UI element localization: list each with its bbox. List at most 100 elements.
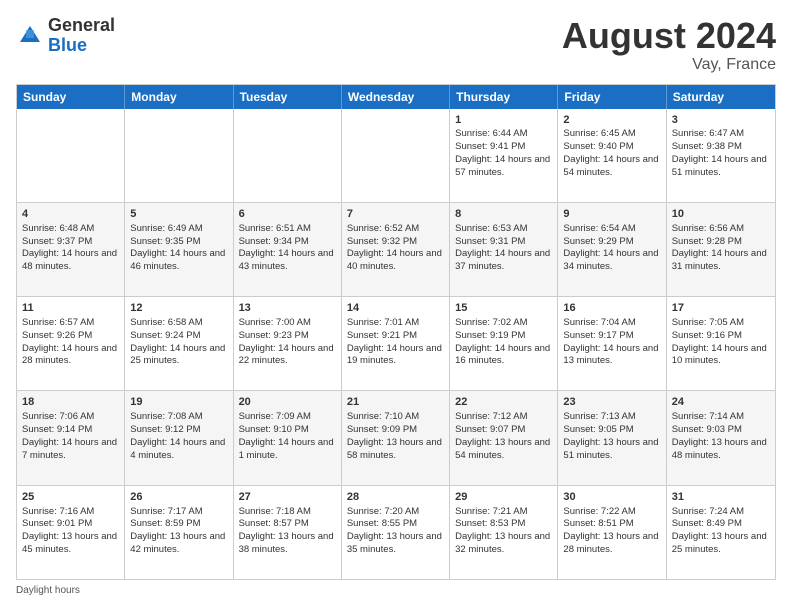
daylight-label: Daylight hours bbox=[16, 585, 80, 596]
day-info: Sunrise: 7:08 AM Sunset: 9:12 PM Dayligh… bbox=[130, 411, 225, 460]
day-number: 13 bbox=[239, 301, 336, 316]
calendar-row-4: 18Sunrise: 7:06 AM Sunset: 9:14 PM Dayli… bbox=[17, 391, 775, 485]
calendar-cell: 17Sunrise: 7:05 AM Sunset: 9:16 PM Dayli… bbox=[667, 297, 775, 390]
day-number: 22 bbox=[455, 395, 552, 410]
day-number: 5 bbox=[130, 207, 227, 222]
day-number: 8 bbox=[455, 207, 552, 222]
weekday-header-saturday: Saturday bbox=[667, 85, 775, 109]
day-info: Sunrise: 6:56 AM Sunset: 9:28 PM Dayligh… bbox=[672, 223, 767, 272]
day-info: Sunrise: 7:24 AM Sunset: 8:49 PM Dayligh… bbox=[672, 506, 767, 555]
calendar-row-2: 4Sunrise: 6:48 AM Sunset: 9:37 PM Daylig… bbox=[17, 203, 775, 297]
calendar-header: SundayMondayTuesdayWednesdayThursdayFrid… bbox=[17, 85, 775, 109]
calendar-cell bbox=[125, 109, 233, 202]
day-info: Sunrise: 6:48 AM Sunset: 9:37 PM Dayligh… bbox=[22, 223, 117, 272]
day-info: Sunrise: 6:54 AM Sunset: 9:29 PM Dayligh… bbox=[563, 223, 658, 272]
day-number: 16 bbox=[563, 301, 660, 316]
day-number: 12 bbox=[130, 301, 227, 316]
calendar-cell: 21Sunrise: 7:10 AM Sunset: 9:09 PM Dayli… bbox=[342, 391, 450, 484]
calendar-cell: 25Sunrise: 7:16 AM Sunset: 9:01 PM Dayli… bbox=[17, 486, 125, 579]
calendar-cell: 5Sunrise: 6:49 AM Sunset: 9:35 PM Daylig… bbox=[125, 203, 233, 296]
logo-general-text: General bbox=[48, 16, 115, 36]
location: Vay, France bbox=[562, 56, 776, 74]
day-info: Sunrise: 7:22 AM Sunset: 8:51 PM Dayligh… bbox=[563, 506, 658, 555]
calendar-cell: 20Sunrise: 7:09 AM Sunset: 9:10 PM Dayli… bbox=[234, 391, 342, 484]
calendar-row-3: 11Sunrise: 6:57 AM Sunset: 9:26 PM Dayli… bbox=[17, 297, 775, 391]
day-info: Sunrise: 6:49 AM Sunset: 9:35 PM Dayligh… bbox=[130, 223, 225, 272]
calendar-cell: 12Sunrise: 6:58 AM Sunset: 9:24 PM Dayli… bbox=[125, 297, 233, 390]
day-number: 9 bbox=[563, 207, 660, 222]
calendar-cell: 6Sunrise: 6:51 AM Sunset: 9:34 PM Daylig… bbox=[234, 203, 342, 296]
calendar-cell: 29Sunrise: 7:21 AM Sunset: 8:53 PM Dayli… bbox=[450, 486, 558, 579]
day-info: Sunrise: 7:09 AM Sunset: 9:10 PM Dayligh… bbox=[239, 411, 334, 460]
logo: General Blue bbox=[16, 16, 115, 56]
day-number: 31 bbox=[672, 490, 770, 505]
calendar-cell: 24Sunrise: 7:14 AM Sunset: 9:03 PM Dayli… bbox=[667, 391, 775, 484]
day-number: 4 bbox=[22, 207, 119, 222]
calendar-cell: 13Sunrise: 7:00 AM Sunset: 9:23 PM Dayli… bbox=[234, 297, 342, 390]
calendar-cell bbox=[234, 109, 342, 202]
day-number: 10 bbox=[672, 207, 770, 222]
day-info: Sunrise: 7:02 AM Sunset: 9:19 PM Dayligh… bbox=[455, 317, 550, 366]
calendar-cell: 10Sunrise: 6:56 AM Sunset: 9:28 PM Dayli… bbox=[667, 203, 775, 296]
weekday-header-friday: Friday bbox=[558, 85, 666, 109]
calendar: SundayMondayTuesdayWednesdayThursdayFrid… bbox=[16, 84, 776, 580]
calendar-cell: 7Sunrise: 6:52 AM Sunset: 9:32 PM Daylig… bbox=[342, 203, 450, 296]
calendar-cell: 1Sunrise: 6:44 AM Sunset: 9:41 PM Daylig… bbox=[450, 109, 558, 202]
day-info: Sunrise: 7:12 AM Sunset: 9:07 PM Dayligh… bbox=[455, 411, 550, 460]
day-info: Sunrise: 6:58 AM Sunset: 9:24 PM Dayligh… bbox=[130, 317, 225, 366]
weekday-header-tuesday: Tuesday bbox=[234, 85, 342, 109]
weekday-header-monday: Monday bbox=[125, 85, 233, 109]
page: General Blue August 2024 Vay, France Sun… bbox=[0, 0, 792, 612]
calendar-cell bbox=[342, 109, 450, 202]
day-info: Sunrise: 6:52 AM Sunset: 9:32 PM Dayligh… bbox=[347, 223, 442, 272]
day-info: Sunrise: 7:16 AM Sunset: 9:01 PM Dayligh… bbox=[22, 506, 117, 555]
calendar-cell: 28Sunrise: 7:20 AM Sunset: 8:55 PM Dayli… bbox=[342, 486, 450, 579]
day-number: 27 bbox=[239, 490, 336, 505]
calendar-cell: 30Sunrise: 7:22 AM Sunset: 8:51 PM Dayli… bbox=[558, 486, 666, 579]
weekday-header-sunday: Sunday bbox=[17, 85, 125, 109]
day-info: Sunrise: 7:18 AM Sunset: 8:57 PM Dayligh… bbox=[239, 506, 334, 555]
calendar-cell: 23Sunrise: 7:13 AM Sunset: 9:05 PM Dayli… bbox=[558, 391, 666, 484]
day-info: Sunrise: 6:51 AM Sunset: 9:34 PM Dayligh… bbox=[239, 223, 334, 272]
calendar-cell bbox=[17, 109, 125, 202]
day-info: Sunrise: 7:21 AM Sunset: 8:53 PM Dayligh… bbox=[455, 506, 550, 555]
day-number: 19 bbox=[130, 395, 227, 410]
weekday-header-thursday: Thursday bbox=[450, 85, 558, 109]
day-number: 11 bbox=[22, 301, 119, 316]
day-number: 2 bbox=[563, 113, 660, 128]
calendar-cell: 19Sunrise: 7:08 AM Sunset: 9:12 PM Dayli… bbox=[125, 391, 233, 484]
day-info: Sunrise: 7:04 AM Sunset: 9:17 PM Dayligh… bbox=[563, 317, 658, 366]
day-info: Sunrise: 6:44 AM Sunset: 9:41 PM Dayligh… bbox=[455, 128, 550, 177]
footer-note: Daylight hours bbox=[16, 585, 776, 596]
day-info: Sunrise: 7:05 AM Sunset: 9:16 PM Dayligh… bbox=[672, 317, 767, 366]
day-number: 30 bbox=[563, 490, 660, 505]
day-info: Sunrise: 7:17 AM Sunset: 8:59 PM Dayligh… bbox=[130, 506, 225, 555]
logo-text: General Blue bbox=[48, 16, 115, 56]
day-info: Sunrise: 7:14 AM Sunset: 9:03 PM Dayligh… bbox=[672, 411, 767, 460]
calendar-body: 1Sunrise: 6:44 AM Sunset: 9:41 PM Daylig… bbox=[17, 109, 775, 579]
calendar-cell: 11Sunrise: 6:57 AM Sunset: 9:26 PM Dayli… bbox=[17, 297, 125, 390]
calendar-cell: 2Sunrise: 6:45 AM Sunset: 9:40 PM Daylig… bbox=[558, 109, 666, 202]
day-number: 15 bbox=[455, 301, 552, 316]
calendar-cell: 4Sunrise: 6:48 AM Sunset: 9:37 PM Daylig… bbox=[17, 203, 125, 296]
day-info: Sunrise: 7:20 AM Sunset: 8:55 PM Dayligh… bbox=[347, 506, 442, 555]
day-number: 18 bbox=[22, 395, 119, 410]
day-info: Sunrise: 7:00 AM Sunset: 9:23 PM Dayligh… bbox=[239, 317, 334, 366]
day-number: 6 bbox=[239, 207, 336, 222]
day-number: 24 bbox=[672, 395, 770, 410]
calendar-row-5: 25Sunrise: 7:16 AM Sunset: 9:01 PM Dayli… bbox=[17, 486, 775, 579]
day-number: 14 bbox=[347, 301, 444, 316]
calendar-cell: 15Sunrise: 7:02 AM Sunset: 9:19 PM Dayli… bbox=[450, 297, 558, 390]
day-info: Sunrise: 7:01 AM Sunset: 9:21 PM Dayligh… bbox=[347, 317, 442, 366]
calendar-cell: 14Sunrise: 7:01 AM Sunset: 9:21 PM Dayli… bbox=[342, 297, 450, 390]
day-number: 1 bbox=[455, 113, 552, 128]
day-number: 23 bbox=[563, 395, 660, 410]
day-number: 21 bbox=[347, 395, 444, 410]
day-number: 25 bbox=[22, 490, 119, 505]
calendar-cell: 8Sunrise: 6:53 AM Sunset: 9:31 PM Daylig… bbox=[450, 203, 558, 296]
day-info: Sunrise: 6:45 AM Sunset: 9:40 PM Dayligh… bbox=[563, 128, 658, 177]
weekday-header-wednesday: Wednesday bbox=[342, 85, 450, 109]
calendar-cell: 26Sunrise: 7:17 AM Sunset: 8:59 PM Dayli… bbox=[125, 486, 233, 579]
calendar-row-1: 1Sunrise: 6:44 AM Sunset: 9:41 PM Daylig… bbox=[17, 109, 775, 203]
calendar-cell: 22Sunrise: 7:12 AM Sunset: 9:07 PM Dayli… bbox=[450, 391, 558, 484]
